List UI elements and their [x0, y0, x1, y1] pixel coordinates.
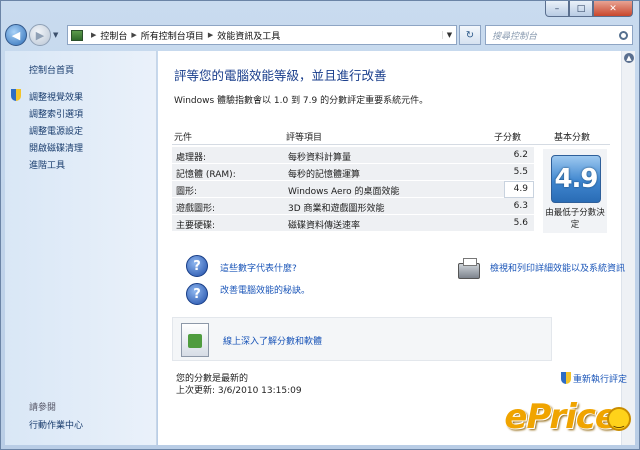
- back-button[interactable]: ◀: [5, 24, 27, 46]
- navigation-bar: ◀ ▶ ▼ ▶ 控制台 ▶ 所有控制台項目 ▶ 效能資訊及工具 ▼ ↻ 搜尋控制…: [5, 23, 633, 47]
- row-component: 記憶體 (RAM):: [176, 170, 236, 180]
- breadcrumb-all-items[interactable]: 所有控制台項目: [141, 29, 204, 42]
- sidebar: 控制台首頁 調整視覺效果 調整索引選項 調整電源設定 開啟磁碟清理 進階工具 請…: [5, 51, 157, 445]
- see-also-heading: 請參閱: [29, 403, 57, 413]
- row-component: 遊戲圖形:: [176, 204, 216, 214]
- score-table: 元件 評等項目 子分數 基本分數 處理器: 每秒資料計算量 6.2 記憶體 (R…: [172, 127, 610, 233]
- printer-icon: [458, 258, 480, 279]
- breadcrumb-control-panel[interactable]: 控制台: [100, 29, 127, 42]
- search-input[interactable]: 搜尋控制台: [485, 25, 633, 45]
- page-subtitle: Windows 體驗指數會以 1.0 到 7.9 的分數評定重要系統元件。: [174, 96, 429, 106]
- recent-pages-dropdown[interactable]: ▼: [53, 31, 63, 39]
- maximize-button[interactable]: □: [569, 1, 593, 17]
- what-numbers-mean-link[interactable]: 這些數字代表什麼?: [220, 261, 297, 274]
- row-subscore: 6.3: [513, 201, 528, 211]
- address-dropdown-icon[interactable]: ▼: [442, 31, 456, 39]
- row-item: 每秒的記憶體運算: [288, 170, 361, 180]
- breadcrumb-separator[interactable]: ▶: [131, 31, 136, 39]
- row-item: 3D 商業和遊戲圖形效能: [288, 204, 385, 214]
- row-item: 磁碟資料傳送速率: [288, 221, 361, 231]
- table-header: 元件 評等項目 子分數 基本分數: [172, 127, 610, 145]
- forward-button[interactable]: ▶: [29, 24, 51, 46]
- smiley-icon: [607, 407, 631, 431]
- control-panel-window: – □ ✕ ◀ ▶ ▼ ▶ 控制台 ▶ 所有控制台項目 ▶ 效能資訊及工具 ▼ …: [0, 0, 640, 450]
- breadcrumb-performance-tools[interactable]: 效能資訊及工具: [217, 29, 280, 42]
- scroll-up-icon[interactable]: ▲: [624, 53, 634, 63]
- table-row: 主要硬碟: 磁碟資料傳送速率 5.6: [172, 215, 534, 232]
- search-icon[interactable]: [619, 30, 628, 40]
- control-panel-icon: [71, 29, 83, 41]
- main-pane: ▲ 評等您的電腦效能等級，並且進行改善 Windows 體驗指數會以 1.0 到…: [158, 51, 635, 445]
- close-button[interactable]: ✕: [593, 1, 633, 17]
- column-component: 元件: [174, 133, 193, 143]
- vertical-scrollbar[interactable]: ▲: [621, 51, 635, 445]
- base-score-panel: 4.9 由最低子分數決定: [543, 149, 607, 233]
- row-subscore: 4.9: [513, 184, 528, 194]
- table-row: 記憶體 (RAM): 每秒的記憶體運算 5.5: [172, 164, 534, 181]
- uac-shield-icon: [561, 372, 571, 384]
- window-controls: – □ ✕: [545, 1, 633, 17]
- row-component: 主要硬碟:: [176, 221, 216, 231]
- base-score-badge: 4.9: [551, 155, 601, 203]
- help-icon: ?: [186, 283, 208, 305]
- breadcrumb-separator[interactable]: ▶: [91, 31, 96, 39]
- sidebar-item-indexing[interactable]: 調整索引選項: [29, 107, 83, 120]
- sidebar-item-home[interactable]: 控制台首頁: [29, 63, 74, 76]
- help-icon: ?: [186, 255, 208, 277]
- table-row: 遊戲圖形: 3D 商業和遊戲圖形效能 6.3: [172, 198, 534, 215]
- column-item: 評等項目: [286, 133, 323, 143]
- row-subscore: 5.6: [513, 218, 528, 228]
- row-subscore: 5.5: [513, 167, 528, 177]
- refresh-button[interactable]: ↻: [459, 25, 481, 45]
- minimize-button[interactable]: –: [545, 1, 569, 17]
- page-title: 評等您的電腦效能等級，並且進行改善: [174, 68, 387, 83]
- column-base-score: 基本分數: [554, 133, 591, 143]
- base-score-note: 由最低子分數決定: [545, 208, 605, 230]
- table-row: 圖形: Windows Aero 的桌面效能 4.9: [172, 181, 534, 198]
- sidebar-item-disk-cleanup[interactable]: 開啟磁碟清理: [29, 141, 83, 154]
- table-row: 處理器: 每秒資料計算量 6.2: [172, 147, 534, 164]
- rerun-assessment-link[interactable]: 重新執行評定: [573, 372, 627, 385]
- search-placeholder: 搜尋控制台: [492, 31, 538, 42]
- table-body: 處理器: 每秒資料計算量 6.2 記憶體 (RAM): 每秒的記憶體運算 5.5…: [172, 147, 534, 232]
- column-subscore: 子分數: [494, 133, 522, 143]
- uac-shield-icon: [11, 89, 21, 101]
- software-box-icon: [181, 323, 209, 357]
- row-component: 圖形:: [176, 187, 198, 197]
- address-bar[interactable]: ▶ 控制台 ▶ 所有控制台項目 ▶ 效能資訊及工具 ▼: [67, 25, 457, 45]
- sidebar-item-advanced-tools[interactable]: 進階工具: [29, 158, 65, 171]
- row-subscore: 6.2: [513, 150, 528, 160]
- last-updated: 上次更新: 3/6/2010 13:15:09: [176, 386, 302, 396]
- breadcrumb-separator[interactable]: ▶: [208, 31, 213, 39]
- row-item: Windows Aero 的桌面效能: [288, 187, 400, 197]
- sidebar-item-action-center[interactable]: 行動作業中心: [29, 418, 83, 431]
- learn-more-online-link[interactable]: 線上深入了解分數和軟體: [223, 334, 322, 347]
- sidebar-item-power[interactable]: 調整電源設定: [29, 124, 83, 137]
- row-item: 每秒資料計算量: [288, 153, 352, 163]
- sidebar-item-visual-effects[interactable]: 調整視覺效果: [29, 90, 83, 103]
- base-score-value: 4.9: [554, 164, 598, 194]
- online-info-banner: 線上深入了解分數和軟體: [172, 317, 552, 361]
- eprice-watermark: ePrice: [504, 397, 618, 437]
- print-details-link[interactable]: 檢視和列印詳細效能以及系統資訊: [490, 261, 625, 274]
- improve-tips-link[interactable]: 改善電腦效能的秘訣。: [220, 283, 310, 296]
- row-component: 處理器:: [176, 153, 207, 163]
